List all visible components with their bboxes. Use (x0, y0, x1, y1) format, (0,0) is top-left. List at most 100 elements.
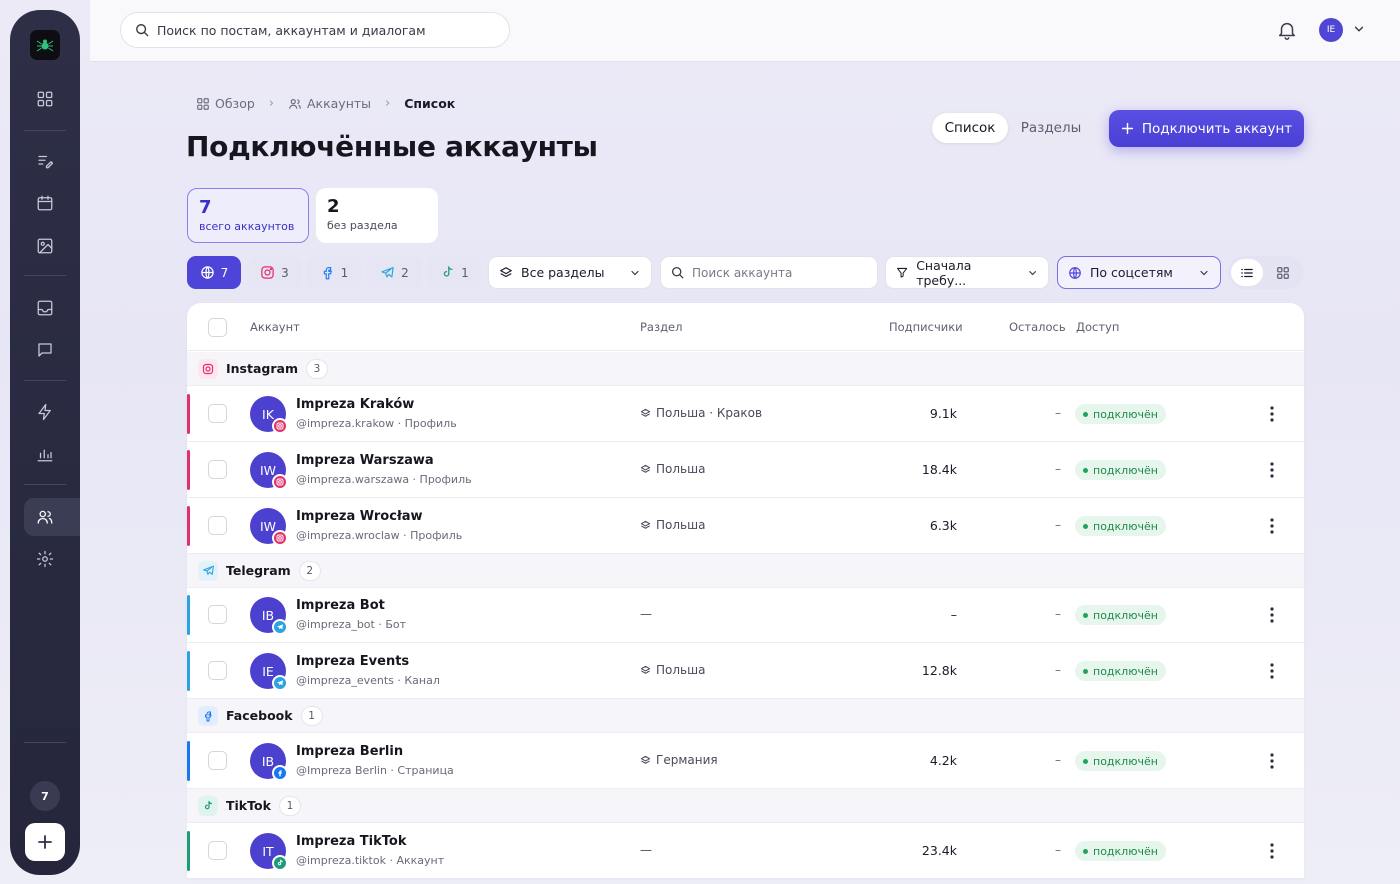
header-remaining[interactable]: Осталось (1009, 320, 1066, 334)
table-row[interactable]: IT Impreza TikTok @impreza.tiktok · Акка… (187, 823, 1304, 878)
compose-icon (38, 155, 54, 169)
row-accent (187, 506, 190, 546)
row-checkbox[interactable] (208, 460, 227, 479)
table-header: Аккаунт Раздел Подписчики Осталось Досту… (187, 303, 1304, 351)
view-toggle-list[interactable]: Список (932, 113, 1008, 143)
breadcrumb-accounts[interactable]: Аккаунты (288, 96, 371, 111)
nav-accounts[interactable] (33, 505, 57, 529)
table-row[interactable]: IE Impreza Events @impreza_events · Кана… (187, 643, 1304, 699)
account-search-input[interactable] (692, 265, 872, 280)
nav-automation[interactable] (33, 400, 57, 424)
breadcrumb-overview[interactable]: Обзор (196, 96, 255, 111)
nav-inbox[interactable] (33, 296, 57, 320)
nav-calendar[interactable] (33, 191, 57, 215)
account-section: Польша (640, 518, 705, 532)
account-handle: @Impreza Berlin · Страница (296, 764, 454, 777)
group-instagram[interactable]: Instagram 3 (187, 352, 1304, 386)
nav-analytics[interactable] (33, 442, 57, 466)
account-name[interactable]: Impreza Warszawa (296, 453, 434, 468)
row-more-button[interactable] (1262, 460, 1282, 480)
row-more-button[interactable] (1262, 751, 1282, 771)
row-checkbox[interactable] (208, 841, 227, 860)
group-tiktok[interactable]: TikTok 1 (187, 789, 1304, 823)
group-name: Telegram (226, 563, 291, 578)
app-logo[interactable] (30, 30, 60, 60)
account-section: Германия (640, 753, 718, 767)
table-row[interactable]: IB Impreza Bot @impreza_bot · Бот — – – … (187, 587, 1304, 643)
nav-compose[interactable] (33, 149, 57, 173)
table-row[interactable]: IW Impreza Warszawa @impreza.warszawa · … (187, 442, 1304, 498)
account-name[interactable]: Impreza Events (296, 654, 409, 669)
filter-chip-instagram[interactable]: 3 (248, 256, 301, 289)
row-checkbox[interactable] (208, 661, 227, 680)
stat-total-value: 7 (199, 197, 212, 218)
telegram-icon (272, 619, 288, 635)
status-label: подключён (1093, 664, 1158, 678)
user-avatar[interactable]: IE (1319, 18, 1343, 42)
connect-account-button[interactable]: Подключить аккаунт (1109, 110, 1304, 147)
row-accent (187, 741, 190, 781)
select-all-checkbox[interactable] (208, 318, 227, 337)
filter-chip-tiktok[interactable]: 1 (428, 256, 481, 289)
stat-no-section-value: 2 (327, 196, 340, 217)
header-access[interactable]: Доступ (1076, 320, 1119, 334)
sections-dropdown-value: Все разделы (521, 265, 605, 280)
nav-settings[interactable] (33, 547, 57, 571)
bell-icon[interactable] (1276, 19, 1298, 41)
header-subscribers[interactable]: Подписчики (889, 320, 963, 334)
account-name[interactable]: Impreza TikTok (296, 834, 406, 849)
sort-dropdown[interactable]: Сначала требу... (885, 256, 1049, 289)
filter-chip-all[interactable]: 7 (187, 256, 241, 289)
nav-dashboard[interactable] (33, 87, 57, 111)
connect-account-label: Подключить аккаунт (1141, 120, 1293, 137)
account-name[interactable]: Impreza Berlin (296, 744, 403, 759)
table-row[interactable]: IB Impreza Berlin @Impreza Berlin · Стра… (187, 733, 1304, 789)
global-search-input[interactable] (157, 22, 487, 38)
global-search[interactable] (120, 12, 510, 48)
view-toggle-sections[interactable]: Разделы (1008, 113, 1094, 143)
row-more-button[interactable] (1262, 605, 1282, 625)
filter-chip-facebook[interactable]: 1 (307, 256, 361, 289)
notification-count-badge[interactable]: 7 (30, 781, 60, 811)
nav-messages[interactable] (33, 338, 57, 362)
row-checkbox[interactable] (208, 516, 227, 535)
account-section-label: — (640, 843, 652, 857)
row-more-button[interactable] (1262, 516, 1282, 536)
row-accent (187, 450, 190, 490)
row-more-button[interactable] (1262, 404, 1282, 424)
lightning-icon (38, 403, 51, 421)
tiktok-icon (272, 855, 288, 871)
group-facebook[interactable]: Facebook 1 (187, 699, 1304, 733)
stat-no-section[interactable]: 2 без раздела (316, 188, 438, 243)
account-name[interactable]: Impreza Wrocław (296, 509, 423, 524)
table-row[interactable]: IW Impreza Wrocław @impreza.wroclaw · Пр… (187, 498, 1304, 554)
group-by-dropdown[interactable]: По соцсетям (1057, 256, 1221, 289)
row-more-button[interactable] (1262, 841, 1282, 861)
row-checkbox[interactable] (208, 751, 227, 770)
users-icon (289, 98, 301, 109)
account-section-label: — (640, 607, 652, 621)
header-section[interactable]: Раздел (640, 320, 682, 334)
account-name[interactable]: Impreza Kraków (296, 397, 414, 412)
more-vertical-icon (1270, 843, 1274, 859)
row-checkbox[interactable] (208, 605, 227, 624)
search-icon (136, 24, 149, 37)
row-more-button[interactable] (1262, 661, 1282, 681)
account-search[interactable] (660, 256, 878, 289)
sections-dropdown[interactable]: Все разделы (488, 256, 652, 289)
account-name[interactable]: Impreza Bot (296, 598, 385, 613)
layout-grid-button[interactable] (1267, 259, 1299, 286)
row-checkbox[interactable] (208, 404, 227, 423)
filter-chip-telegram[interactable]: 2 (367, 256, 422, 289)
stat-total-accounts[interactable]: 7 всего аккаунтов (187, 188, 309, 243)
add-button[interactable] (25, 823, 65, 861)
header-account[interactable]: Аккаунт (250, 320, 300, 334)
dashboard-icon (197, 97, 209, 110)
chevron-down-icon[interactable] (1352, 22, 1366, 36)
stat-total-label: всего аккаунтов (199, 220, 295, 233)
more-vertical-icon (1270, 406, 1274, 422)
table-row[interactable]: IK Impreza Kraków @impreza.krakow · Проф… (187, 386, 1304, 442)
layout-list-button[interactable] (1231, 259, 1263, 286)
group-telegram[interactable]: Telegram 2 (187, 554, 1304, 588)
nav-media[interactable] (33, 234, 57, 258)
